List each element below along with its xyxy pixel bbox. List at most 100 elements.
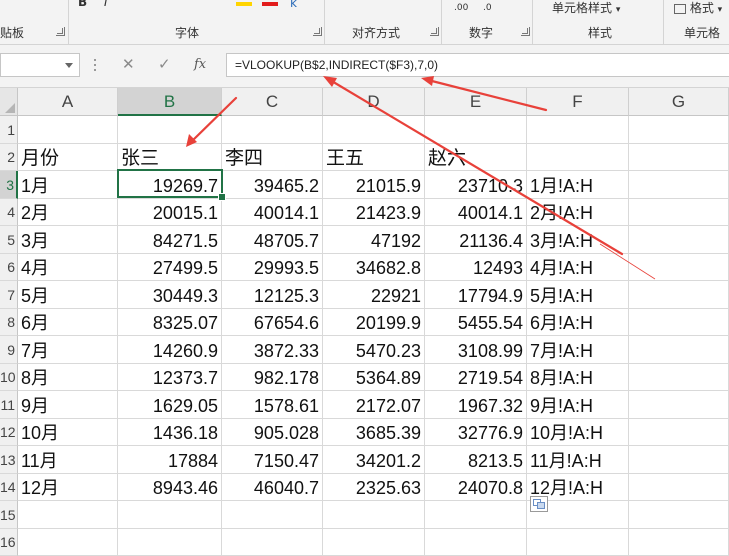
cell-e7[interactable]: 17794.9 [425,281,527,309]
cell-f10[interactable]: 8月!A:H [527,364,629,391]
cell-b2[interactable]: 张三 [118,144,222,171]
cell-g9[interactable] [629,336,729,364]
cell-g6[interactable] [629,254,729,281]
cell-c8[interactable]: 67654.6 [222,309,323,336]
cell-e16[interactable] [425,529,527,556]
cell-g16[interactable] [629,529,729,556]
cell-e9[interactable]: 3108.99 [425,336,527,364]
cell-e8[interactable]: 5455.54 [425,309,527,336]
row-header[interactable]: 6 [0,254,18,281]
cell-e6[interactable]: 12493 [425,254,527,281]
row-header[interactable]: 1 [0,116,18,144]
cell-c4[interactable]: 40014.1 [222,199,323,226]
cell-c7[interactable]: 12125.3 [222,281,323,309]
cell-g7[interactable] [629,281,729,309]
cell-b7[interactable]: 30449.3 [118,281,222,309]
cell-d2[interactable]: 王五 [323,144,425,171]
cell-d11[interactable]: 2172.07 [323,391,425,419]
row-header[interactable]: 7 [0,281,18,309]
cell-e5[interactable]: 21136.4 [425,226,527,254]
cell-c9[interactable]: 3872.33 [222,336,323,364]
orientation-button[interactable]: ꝁ [290,0,297,10]
cell-d1[interactable] [323,116,425,144]
cell-f11[interactable]: 9月!A:H [527,391,629,419]
row-header[interactable]: 13 [0,446,18,474]
cell-g4[interactable] [629,199,729,226]
row-header[interactable]: 8 [0,309,18,336]
cell-d8[interactable]: 20199.9 [323,309,425,336]
cell-b6[interactable]: 27499.5 [118,254,222,281]
cell-c3[interactable]: 39465.2 [222,171,323,199]
cell-f4[interactable]: 2月!A:H [527,199,629,226]
decrease-decimal-button[interactable]: .0 [483,3,492,13]
row-header[interactable]: 5 [0,226,18,254]
cell-f12[interactable]: 10月!A:H [527,419,629,446]
cell-b12[interactable]: 1436.18 [118,419,222,446]
fill-color-button[interactable] [236,2,252,6]
increase-decimal-button[interactable]: .00 [454,3,468,13]
splitter-handle[interactable] [94,59,97,73]
cell-a5[interactable]: 3月 [18,226,118,254]
column-header-f[interactable]: F [527,88,629,116]
select-all-button[interactable] [0,88,18,116]
cell-a4[interactable]: 2月 [18,199,118,226]
cell-c14[interactable]: 46040.7 [222,474,323,501]
font-color-button[interactable] [262,2,278,6]
cell-c12[interactable]: 905.028 [222,419,323,446]
cell-f8[interactable]: 6月!A:H [527,309,629,336]
cell-b10[interactable]: 12373.7 [118,364,222,391]
cell-f1[interactable] [527,116,629,144]
name-box[interactable] [0,53,80,77]
row-header[interactable]: 9 [0,336,18,364]
cell-b9[interactable]: 14260.9 [118,336,222,364]
cell-e1[interactable] [425,116,527,144]
cell-e13[interactable]: 8213.5 [425,446,527,474]
row-header[interactable]: 14 [0,474,18,501]
cell-e11[interactable]: 1967.32 [425,391,527,419]
row-header[interactable]: 12 [0,419,18,446]
cell-f16[interactable] [527,529,629,556]
cell-d10[interactable]: 5364.89 [323,364,425,391]
column-header-d[interactable]: D [323,88,425,116]
cell-g11[interactable] [629,391,729,419]
cell-a8[interactable]: 6月 [18,309,118,336]
cell-a9[interactable]: 7月 [18,336,118,364]
row-header[interactable]: 2 [0,144,18,171]
format-button[interactable]: 格式 ▾ [674,0,722,16]
cell-a16[interactable] [18,529,118,556]
row-header[interactable]: 11 [0,391,18,419]
row-header[interactable]: 15 [0,501,18,529]
cell-b16[interactable] [118,529,222,556]
insert-function-icon[interactable]: fx [194,57,206,72]
cell-d14[interactable]: 2325.63 [323,474,425,501]
cell-c6[interactable]: 29993.5 [222,254,323,281]
cell-d4[interactable]: 21423.9 [323,199,425,226]
alignment-launcher-icon[interactable] [430,27,439,36]
cell-e15[interactable] [425,501,527,529]
cell-f7[interactable]: 5月!A:H [527,281,629,309]
cell-f9[interactable]: 7月!A:H [527,336,629,364]
cell-g12[interactable] [629,419,729,446]
cell-styles-button[interactable]: 单元格样式 ▾ [552,0,620,16]
cell-b4[interactable]: 20015.1 [118,199,222,226]
cell-b11[interactable]: 1629.05 [118,391,222,419]
cell-c1[interactable] [222,116,323,144]
cell-g13[interactable] [629,446,729,474]
cell-c2[interactable]: 李四 [222,144,323,171]
number-launcher-icon[interactable] [521,27,530,36]
cell-e14[interactable]: 24070.8 [425,474,527,501]
cell-b5[interactable]: 84271.5 [118,226,222,254]
cell-b13[interactable]: 17884 [118,446,222,474]
cell-d13[interactable]: 34201.2 [323,446,425,474]
cell-f13[interactable]: 11月!A:H [527,446,629,474]
cell-a3[interactable]: 1月 [18,171,118,199]
cell-a11[interactable]: 9月 [18,391,118,419]
cell-a15[interactable] [18,501,118,529]
cell-g1[interactable] [629,116,729,144]
italic-button[interactable]: I [104,0,108,9]
column-header-g[interactable]: G [629,88,729,116]
cell-g8[interactable] [629,309,729,336]
fill-handle[interactable] [218,193,226,201]
cell-f6[interactable]: 4月!A:H [527,254,629,281]
cell-b1[interactable] [118,116,222,144]
